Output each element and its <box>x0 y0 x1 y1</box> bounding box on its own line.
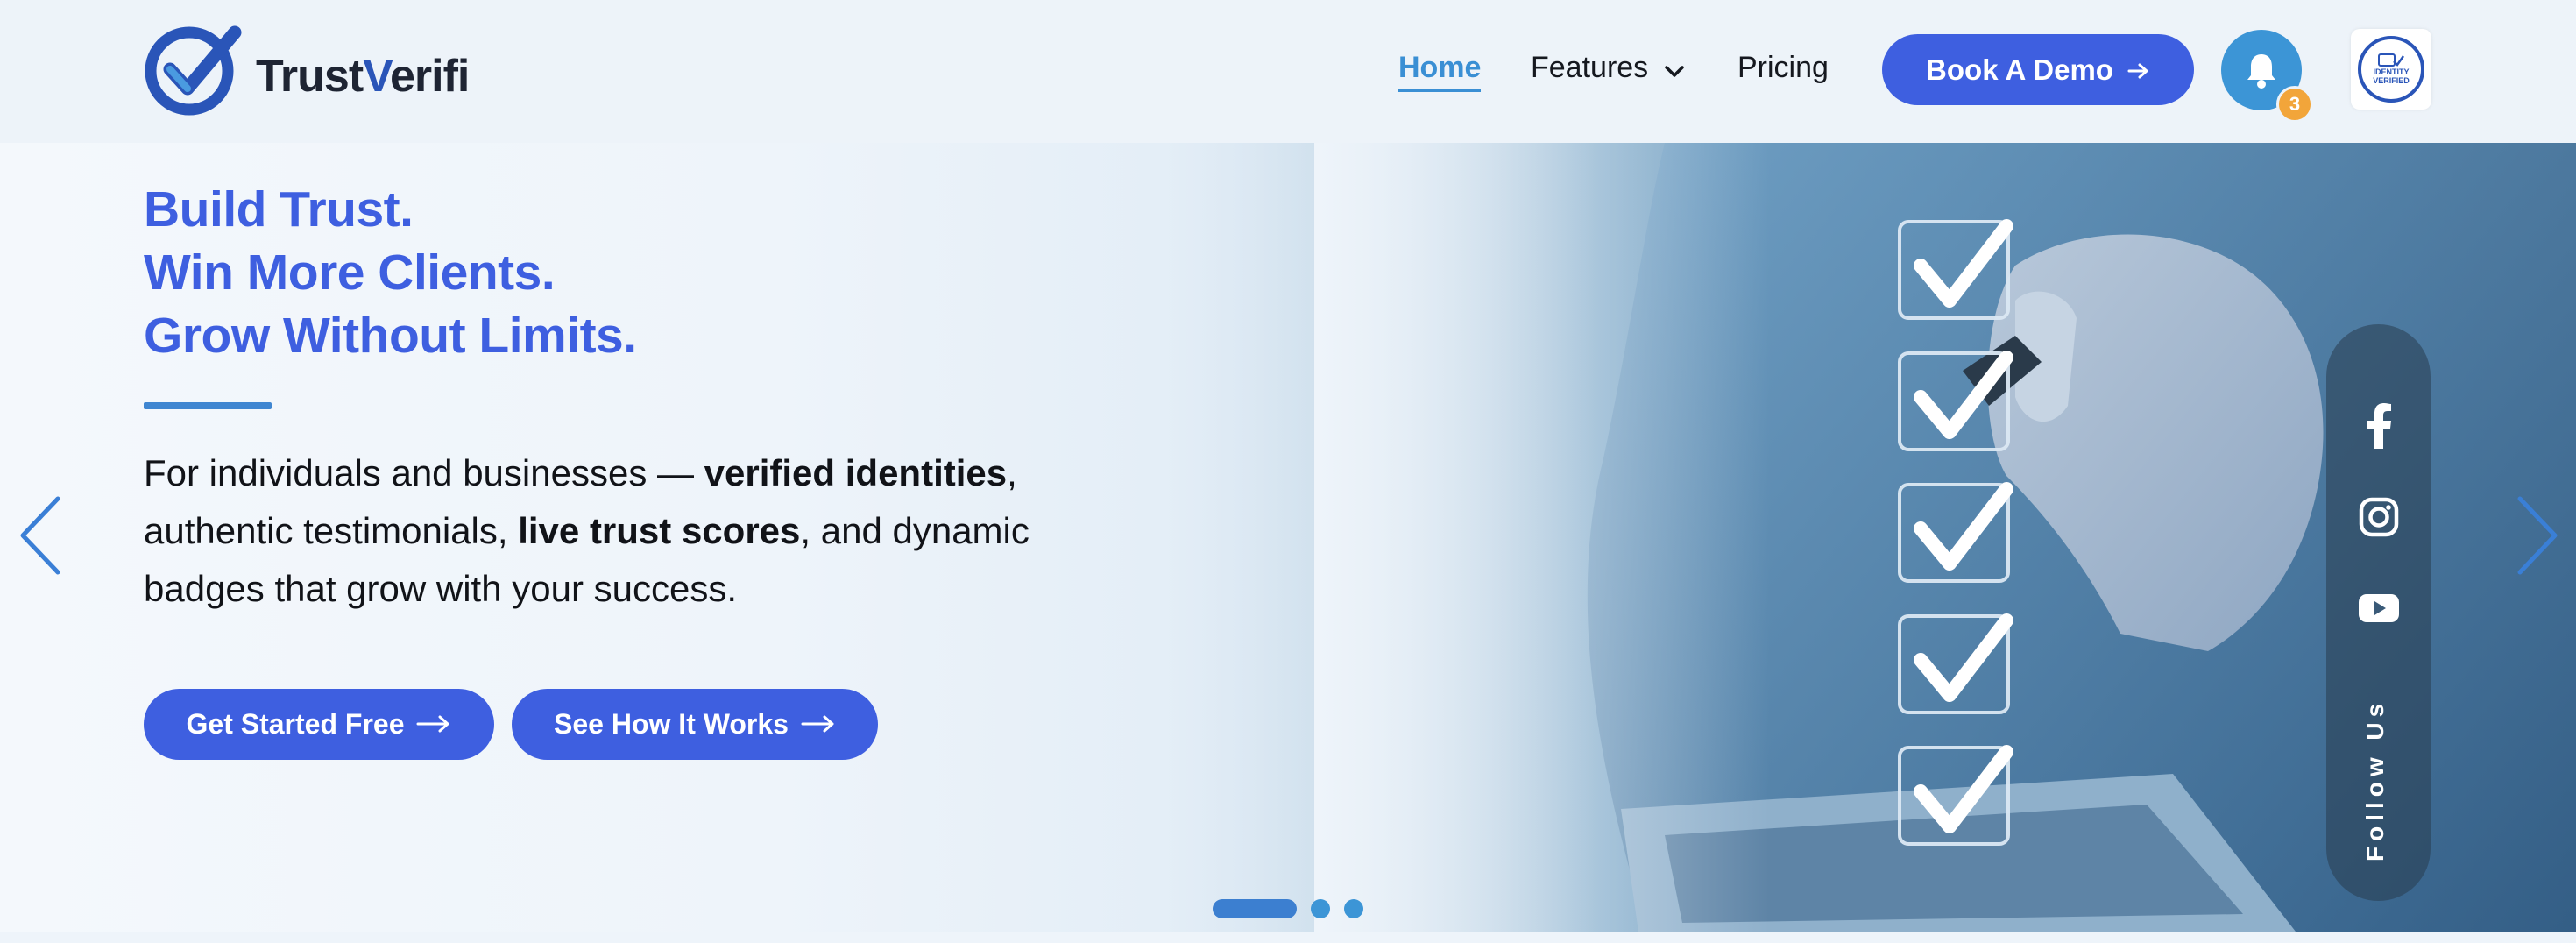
follow-us-label: Follow Us <box>2361 698 2388 862</box>
arrow-right-icon <box>416 708 451 741</box>
social-follow-bar: Follow Us <box>2326 324 2431 901</box>
chevron-down-icon <box>1664 53 1685 87</box>
id-card-check-icon <box>2378 53 2404 67</box>
slider-dot-3[interactable] <box>1344 899 1363 918</box>
highlight-verified-identities: verified identities <box>704 452 1008 493</box>
instagram-icon[interactable] <box>2354 493 2403 542</box>
trustverifi-logo-icon <box>145 25 242 116</box>
title-underline <box>144 402 272 409</box>
hero-title-line-3: Grow Without Limits. <box>144 308 637 364</box>
youtube-icon[interactable] <box>2354 584 2403 633</box>
chevron-right-icon <box>2517 496 2558 575</box>
slider-next-button[interactable] <box>2513 493 2562 582</box>
arrow-right-icon <box>2127 53 2150 87</box>
book-demo-label: Book A Demo <box>1926 53 2113 86</box>
hero-title: Build Trust. Win More Clients. Grow With… <box>144 178 637 367</box>
identity-verified-badge[interactable]: IDENTITY VERIFIED <box>2351 29 2431 110</box>
logo-wordmark: TrustVerifi <box>256 51 470 102</box>
get-started-label: Get Started Free <box>186 708 405 740</box>
slider-pagination <box>1213 899 1363 918</box>
see-how-label: See How It Works <box>554 708 789 740</box>
verified-seal: IDENTITY VERIFIED <box>2358 36 2424 103</box>
get-started-button[interactable]: Get Started Free <box>144 689 494 760</box>
bell-icon <box>2247 54 2275 89</box>
facebook-icon[interactable] <box>2354 401 2403 450</box>
nav-pricing[interactable]: Pricing <box>1737 51 1829 85</box>
hero-title-line-2: Win More Clients. <box>144 245 556 301</box>
verified-line2: VERIFIED <box>2373 76 2410 85</box>
slider-prev-button[interactable] <box>16 493 65 582</box>
slider-dot-1[interactable] <box>1213 899 1297 918</box>
see-how-it-works-button[interactable]: See How It Works <box>512 689 878 760</box>
nav-features-label: Features <box>1531 51 1649 84</box>
logo[interactable]: TrustVerifi <box>144 22 470 118</box>
notification-count-badge: 3 <box>2276 86 2313 123</box>
arrow-right-icon <box>801 708 836 741</box>
nav-features[interactable]: Features <box>1531 51 1685 87</box>
nav-home[interactable]: Home <box>1398 51 1482 92</box>
book-demo-button[interactable]: Book A Demo <box>1882 34 2194 105</box>
highlight-live-trust-scores: live trust scores <box>518 510 801 551</box>
slider-dot-2[interactable] <box>1311 899 1330 918</box>
verified-line1: IDENTITY <box>2373 67 2410 76</box>
hero-title-line-1: Build Trust. <box>144 181 414 238</box>
hero-description: For individuals and businesses — verifie… <box>144 452 1030 609</box>
hero-slider: Build Trust. Win More Clients. Grow With… <box>0 143 2576 932</box>
chevron-left-icon <box>20 496 60 575</box>
site-header: TrustVerifi Home Features Pricing Book A… <box>0 0 2576 143</box>
